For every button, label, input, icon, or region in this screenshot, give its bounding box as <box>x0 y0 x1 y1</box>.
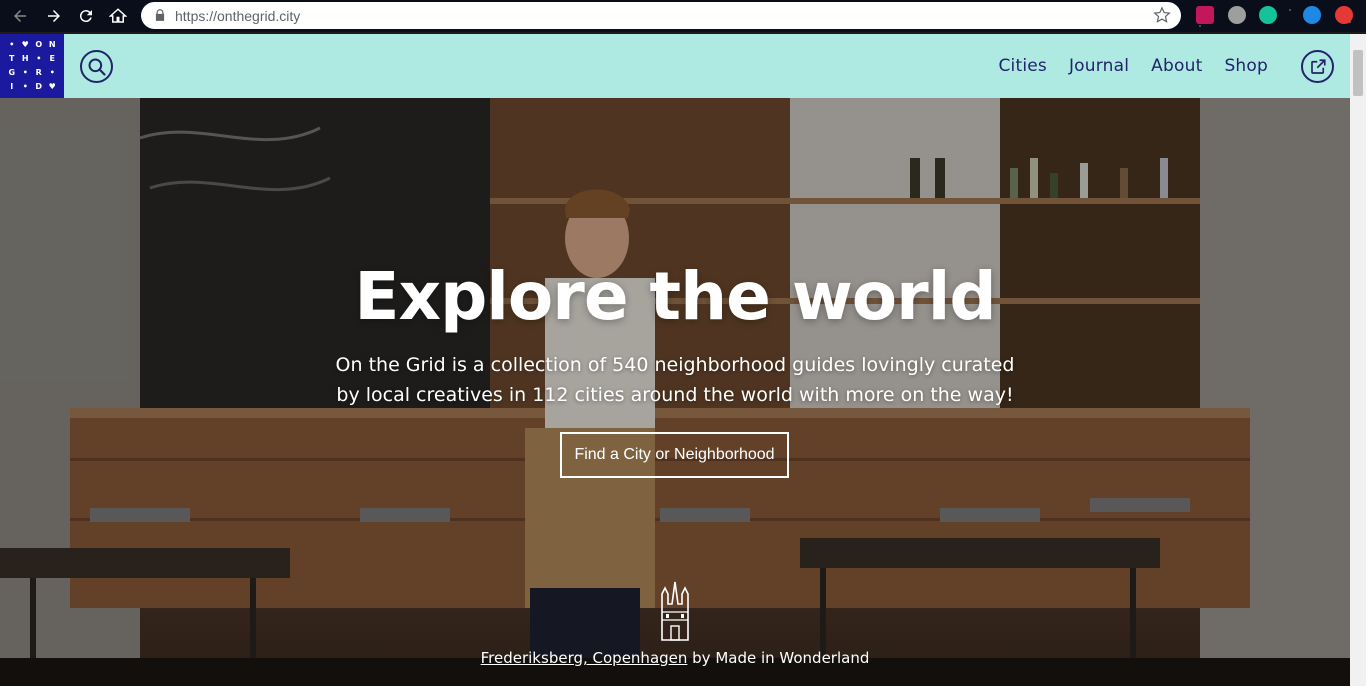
logo-cell: • <box>36 54 42 63</box>
extension-calendar-icon[interactable] <box>1196 6 1214 24</box>
logo-cell: • <box>22 68 28 77</box>
bookmark-star-icon[interactable] <box>1153 6 1171 24</box>
extension-alert-icon[interactable] <box>1335 6 1353 24</box>
extension-gauge-icon[interactable] <box>1228 6 1246 24</box>
address-bar[interactable]: https://onthegrid.city <box>141 2 1181 29</box>
url-text: https://onthegrid.city <box>175 8 301 24</box>
logo-cell: E <box>49 54 55 63</box>
photo-credit-location-link[interactable]: Frederiksberg, Copenhagen <box>481 649 688 667</box>
logo-cell: N <box>48 40 56 49</box>
castle-icon <box>661 581 689 641</box>
main-nav: Cities Journal About Shop <box>998 56 1268 76</box>
logo-cell: D <box>35 82 43 91</box>
logo-cell: ♥ <box>48 82 56 91</box>
share-button[interactable] <box>1301 50 1334 83</box>
home-icon[interactable] <box>106 4 130 28</box>
find-city-button[interactable]: Find a City or Neighborhood <box>560 432 789 478</box>
hero-subtitle: On the Grid is a collection of 540 neigh… <box>335 354 1015 406</box>
scrollbar-thumb[interactable] <box>1353 50 1363 96</box>
photo-credit-author: by Made in Wonderland <box>687 649 870 667</box>
nav-cities-link[interactable]: Cities <box>998 56 1047 76</box>
back-icon[interactable] <box>8 4 32 28</box>
logo-cell: O <box>35 40 43 49</box>
browser-toolbar: https://onthegrid.city <box>0 0 1366 32</box>
photo-credit: Frederiksberg, Copenhagen by Made in Won… <box>0 649 1350 667</box>
search-button[interactable] <box>80 50 113 83</box>
forward-icon[interactable] <box>42 4 66 28</box>
reload-icon[interactable] <box>74 4 98 28</box>
logo-cell: I <box>10 82 14 91</box>
logo-cell: R <box>35 68 42 77</box>
page-scrollbar[interactable] <box>1350 34 1366 686</box>
logo-cell: • <box>49 68 55 77</box>
logo-cell: G <box>8 68 16 77</box>
logo-cell: T <box>9 54 15 63</box>
logo-cell: H <box>21 54 29 63</box>
external-link-icon <box>1310 58 1326 74</box>
nav-journal-link[interactable]: Journal <box>1069 56 1129 76</box>
logo-cell: • <box>9 40 15 49</box>
search-icon <box>88 57 106 76</box>
nav-about-link[interactable]: About <box>1151 56 1202 76</box>
hero-title: Explore the world <box>354 258 996 335</box>
logo-cell: ♥ <box>21 40 29 49</box>
hero-section: Explore the world On the Grid is a colle… <box>0 98 1350 686</box>
extension-vpn-icon[interactable] <box>1303 6 1321 24</box>
site-header: • ♥ O N T H • E G • R • I • D ♥ Cities J… <box>0 34 1350 98</box>
lock-icon <box>155 9 165 21</box>
site-logo[interactable]: • ♥ O N T H • E G • R • I • D ♥ <box>0 34 64 98</box>
nav-shop-link[interactable]: Shop <box>1224 56 1268 76</box>
extension-grammarly-icon[interactable] <box>1259 6 1277 24</box>
logo-cell: • <box>22 82 28 91</box>
